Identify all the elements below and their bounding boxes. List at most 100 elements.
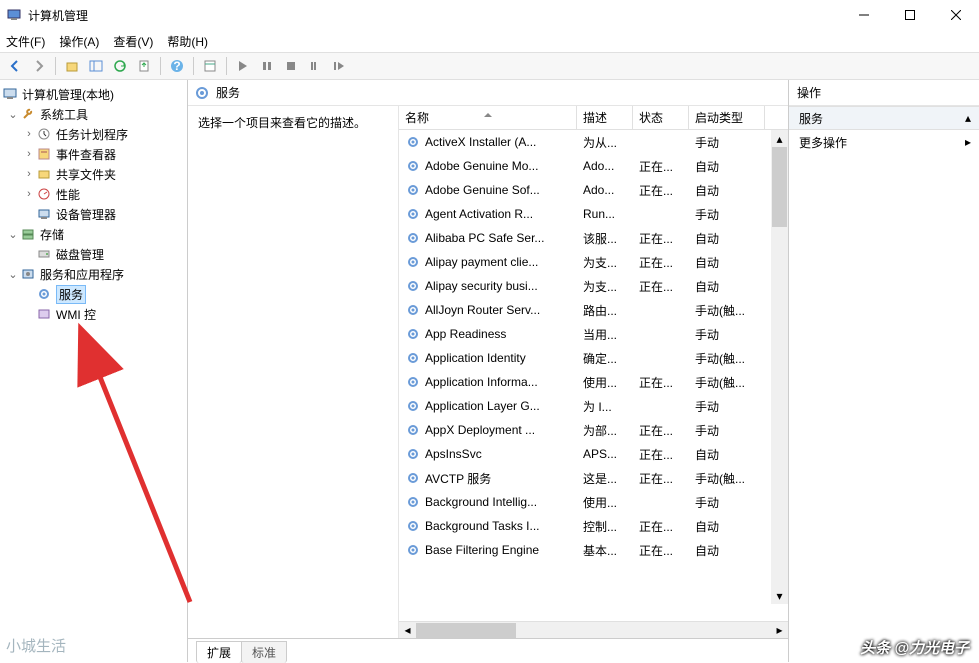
service-status: 正在... <box>633 374 689 391</box>
stop-button[interactable] <box>280 55 302 77</box>
tree-root[interactable]: 计算机管理(本地) <box>2 84 185 104</box>
service-row[interactable]: Alipay security busi...为支...正在...自动 <box>399 274 788 298</box>
vertical-scrollbar[interactable]: ▴ ▾ <box>771 130 788 604</box>
scroll-right-icon[interactable]: ▸ <box>771 622 788 639</box>
horizontal-scrollbar[interactable]: ◂ ▸ <box>399 621 788 638</box>
col-description[interactable]: 描述 <box>577 106 633 129</box>
service-row[interactable]: App Readiness当用...手动 <box>399 322 788 346</box>
app-icon <box>6 7 22 23</box>
refresh-button[interactable] <box>109 55 131 77</box>
expand-icon[interactable]: › <box>22 168 36 180</box>
expand-icon[interactable]: › <box>22 188 36 200</box>
up-button[interactable] <box>61 55 83 77</box>
service-status: 正在... <box>633 446 689 463</box>
service-row[interactable]: Adobe Genuine Sof...Ado...正在...自动 <box>399 178 788 202</box>
service-row[interactable]: Background Intellig...使用...手动 <box>399 490 788 514</box>
tab-extended[interactable]: 扩展 <box>196 641 242 663</box>
menu-help[interactable]: 帮助(H) <box>167 33 208 50</box>
service-row[interactable]: ActiveX Installer (A...为从...手动 <box>399 130 788 154</box>
service-row[interactable]: Application Layer G...为 I...手动 <box>399 394 788 418</box>
forward-button[interactable] <box>28 55 50 77</box>
watermark-right: 头条 @力光电子 <box>860 637 969 658</box>
collapse-icon[interactable]: ▴ <box>965 111 971 125</box>
menubar: 文件(F) 操作(A) 查看(V) 帮助(H) <box>0 30 979 52</box>
collapse-icon[interactable]: ⌄ <box>6 228 20 241</box>
tree-storage[interactable]: ⌄ 存储 <box>2 224 185 244</box>
service-row[interactable]: AVCTP 服务这是...正在...手动(触... <box>399 466 788 490</box>
service-row[interactable]: AppX Deployment ...为部...正在...手动 <box>399 418 788 442</box>
service-row[interactable]: Agent Activation R...Run...手动 <box>399 202 788 226</box>
actions-more[interactable]: 更多操作 ▸ <box>789 130 979 154</box>
tree-device-manager[interactable]: 设备管理器 <box>2 204 185 224</box>
storage-icon <box>20 226 36 242</box>
close-button[interactable] <box>933 0 979 30</box>
service-status: 正在... <box>633 542 689 559</box>
service-row[interactable]: Base Filtering Engine基本...正在...自动 <box>399 538 788 562</box>
col-startup[interactable]: 启动类型 <box>689 106 765 129</box>
service-row[interactable]: Application Identity确定...手动(触... <box>399 346 788 370</box>
scroll-thumb[interactable] <box>772 147 787 227</box>
back-button[interactable] <box>4 55 26 77</box>
service-row[interactable]: Alibaba PC Safe Ser...该服...正在...自动 <box>399 226 788 250</box>
help-button[interactable]: ? <box>166 55 188 77</box>
col-status[interactable]: 状态 <box>633 106 689 129</box>
center-header: 服务 <box>188 80 788 106</box>
tree-system-tools[interactable]: ⌄ 系统工具 <box>2 104 185 124</box>
tree-services[interactable]: 服务 <box>2 284 185 304</box>
actions-section[interactable]: 服务 ▴ <box>789 106 979 130</box>
service-desc: Ado... <box>577 159 633 173</box>
col-name[interactable]: 名称 <box>399 106 577 129</box>
expand-icon[interactable]: › <box>22 128 36 140</box>
service-row[interactable]: Adobe Genuine Mo...Ado...正在...自动 <box>399 154 788 178</box>
service-startup: 手动 <box>689 494 765 511</box>
collapse-icon[interactable]: ⌄ <box>6 268 20 281</box>
properties-button[interactable] <box>199 55 221 77</box>
service-row[interactable]: AllJoyn Router Serv...路由...手动(触... <box>399 298 788 322</box>
tree-event-viewer[interactable]: › 事件查看器 <box>2 144 185 164</box>
show-hide-button[interactable] <box>85 55 107 77</box>
play-button[interactable] <box>232 55 254 77</box>
export-button[interactable] <box>133 55 155 77</box>
tree-shared-folders[interactable]: › 共享文件夹 <box>2 164 185 184</box>
restart-pause-button[interactable] <box>304 55 326 77</box>
tree-task-scheduler[interactable]: › 任务计划程序 <box>2 124 185 144</box>
expand-icon[interactable]: › <box>22 148 36 160</box>
scroll-left-icon[interactable]: ◂ <box>399 622 416 639</box>
gear-icon <box>405 278 421 294</box>
menu-view[interactable]: 查看(V) <box>113 33 153 50</box>
tab-standard[interactable]: 标准 <box>241 641 287 663</box>
scroll-thumb[interactable] <box>416 623 516 638</box>
pause-button[interactable] <box>256 55 278 77</box>
scroll-down-icon[interactable]: ▾ <box>771 587 788 604</box>
service-startup: 自动 <box>689 182 765 199</box>
gear-icon <box>405 326 421 342</box>
menu-action[interactable]: 操作(A) <box>59 33 99 50</box>
service-row[interactable]: ApsInsSvcAPS...正在...自动 <box>399 442 788 466</box>
service-name: Adobe Genuine Sof... <box>425 183 540 197</box>
service-startup: 手动(触... <box>689 350 765 367</box>
minimize-button[interactable] <box>841 0 887 30</box>
service-startup: 手动 <box>689 422 765 439</box>
service-startup: 自动 <box>689 254 765 271</box>
service-name: ApsInsSvc <box>425 447 482 461</box>
service-desc: 该服... <box>577 230 633 247</box>
collapse-icon[interactable]: ⌄ <box>6 108 20 121</box>
event-icon <box>36 146 52 162</box>
service-row[interactable]: Background Tasks I...控制...正在...自动 <box>399 514 788 538</box>
tree-services-apps[interactable]: ⌄ 服务和应用程序 <box>2 264 185 284</box>
maximize-button[interactable] <box>887 0 933 30</box>
tree-performance[interactable]: › 性能 <box>2 184 185 204</box>
tree-wmi[interactable]: WMI 控 <box>2 304 185 324</box>
service-name: AVCTP 服务 <box>425 470 491 487</box>
menu-file[interactable]: 文件(F) <box>6 33 45 50</box>
tree-disk-management[interactable]: 磁盘管理 <box>2 244 185 264</box>
scroll-up-icon[interactable]: ▴ <box>771 130 788 147</box>
service-name: Background Tasks I... <box>425 519 540 533</box>
svg-text:?: ? <box>173 59 180 73</box>
service-row[interactable]: Alipay payment clie...为支...正在...自动 <box>399 250 788 274</box>
service-row[interactable]: Application Informa...使用...正在...手动(触... <box>399 370 788 394</box>
service-startup: 自动 <box>689 446 765 463</box>
restart-button[interactable] <box>328 55 350 77</box>
detail-hint: 选择一个项目来查看它的描述。 <box>198 114 388 131</box>
clock-icon <box>36 126 52 142</box>
